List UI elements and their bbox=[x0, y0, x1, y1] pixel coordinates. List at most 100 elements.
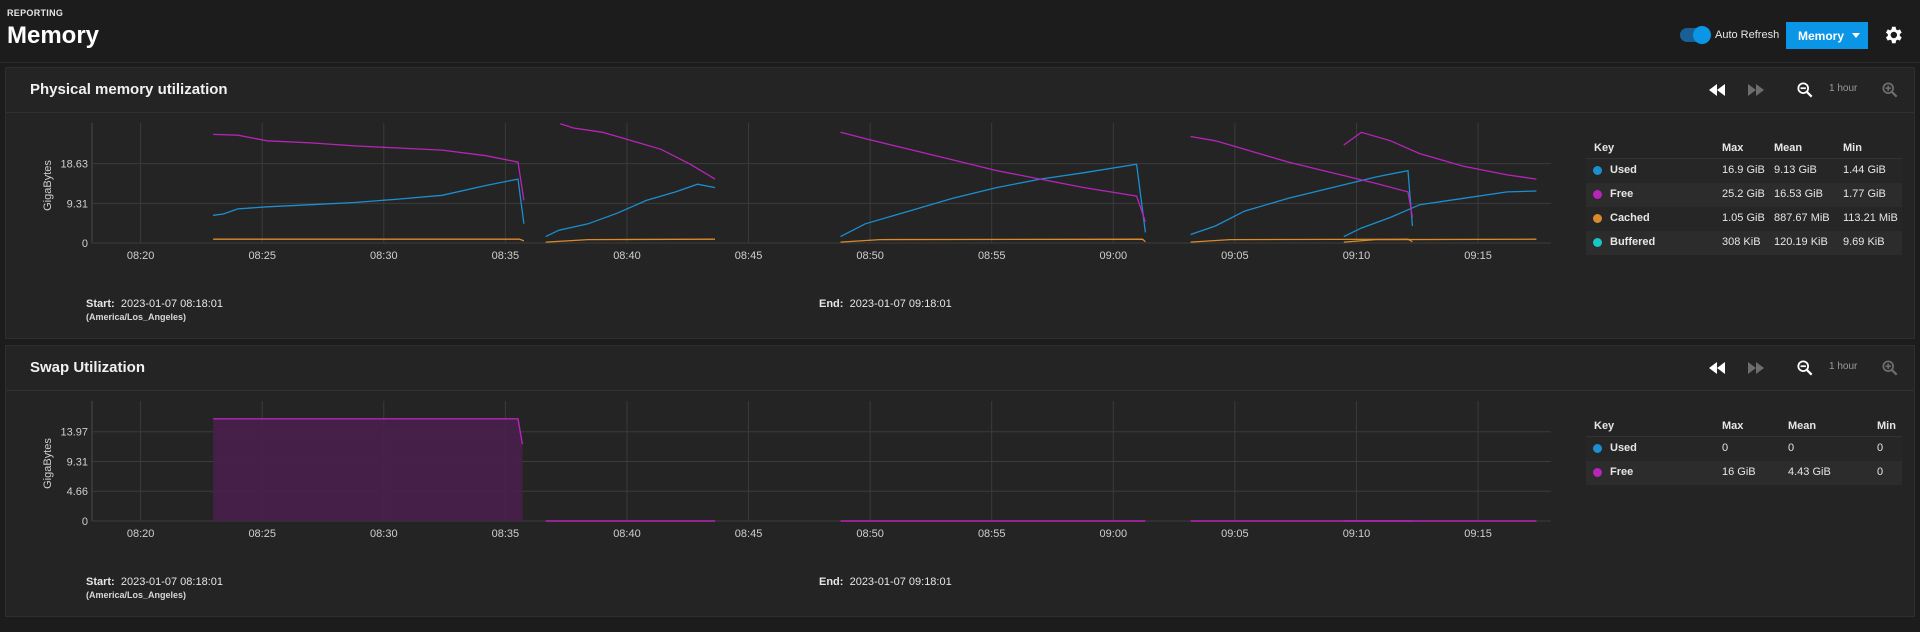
rewind-icon[interactable] bbox=[1708, 360, 1726, 376]
legend-max-value: 16 GiB bbox=[1722, 466, 1756, 478]
series-line-used bbox=[213, 178, 525, 224]
legend-mean-value: 9.13 GiB bbox=[1774, 164, 1817, 176]
gear-icon[interactable] bbox=[1882, 24, 1904, 46]
memory-chart[interactable]: 08:20 08:25 08:30 08:35 08:40 08:45 08:50 08:55… bbox=[6, 112, 1566, 282]
legend-mean-value: 887.67 MiB bbox=[1774, 212, 1830, 224]
legend-min-value: 0 bbox=[1877, 442, 1884, 454]
y-tick-label: 9.31 bbox=[67, 198, 88, 210]
legend-row-used[interactable]: Used 0 0 0 bbox=[1586, 437, 1902, 461]
y-tick-label: 18.63 bbox=[60, 159, 88, 171]
x-tick-label: 08:40 bbox=[613, 528, 641, 540]
end-time: End: 2023-01-07 09:18:01 bbox=[819, 298, 952, 310]
start-label: Start: bbox=[86, 576, 115, 588]
legend-body: Used 16.9 GiB 9.13 GiB 1.44 GiB Free 25.2 GiB… bbox=[1586, 159, 1902, 255]
legend-row-used[interactable]: Used 16.9 GiB 9.13 GiB 1.44 GiB bbox=[1586, 159, 1902, 183]
zoom-out-icon[interactable] bbox=[1796, 82, 1814, 98]
y-tick-label: 4.66 bbox=[67, 486, 88, 498]
zoom-in-icon[interactable] bbox=[1881, 82, 1899, 98]
legend-row-free[interactable]: Free 16 GiB 4.43 GiB 0 bbox=[1586, 461, 1902, 485]
legend-row-buffered[interactable]: Buffered 308 KiB 120.19 KiB 9.69 KiB bbox=[1586, 231, 1902, 255]
legend-min-value: 113.21 MiB bbox=[1843, 212, 1898, 224]
zoom-out-icon[interactable] bbox=[1796, 360, 1814, 376]
legend-mean-value: 4.43 GiB bbox=[1788, 466, 1831, 478]
legend-series-name: Cached bbox=[1610, 212, 1650, 224]
report-select-button[interactable]: Memory bbox=[1786, 22, 1868, 49]
start-time: Start: 2023-01-07 08:18:01 bbox=[86, 576, 223, 588]
legend-header-key: Key bbox=[1594, 142, 1615, 154]
series-line-cached bbox=[545, 238, 716, 243]
y-axis-label: GigaBytes bbox=[42, 160, 54, 211]
legend-mean-value: 16.53 GiB bbox=[1774, 188, 1823, 200]
legend-table: Key Max Mean Min Used 16.9 GiB 9.13 GiB 1.44 Gi… bbox=[1586, 138, 1902, 255]
legend-series-name: Used bbox=[1610, 442, 1637, 454]
start-time: Start: 2023-01-07 08:18:01 bbox=[86, 298, 223, 310]
legend-header-min: Min bbox=[1877, 420, 1896, 432]
legend-row-cached[interactable]: Cached 1.05 GiB 887.67 MiB 113.21 MiB bbox=[1586, 207, 1902, 231]
x-tick-label: 08:50 bbox=[856, 528, 884, 540]
end-value: 2023-01-07 09:18:01 bbox=[849, 298, 952, 310]
top-bar: REPORTING Memory Auto Refresh Memory bbox=[0, 0, 1920, 63]
x-tick-label: 08:50 bbox=[856, 250, 884, 262]
legend-max-value: 0 bbox=[1722, 442, 1729, 454]
x-tick-label: 09:10 bbox=[1343, 250, 1371, 262]
series-dot-icon bbox=[1593, 238, 1602, 247]
x-tick-label: 09:00 bbox=[1100, 250, 1128, 262]
x-tick-label: 08:40 bbox=[613, 250, 641, 262]
legend-series-name: Used bbox=[1610, 164, 1637, 176]
series-dot-icon bbox=[1593, 468, 1602, 477]
series-line-cached bbox=[840, 238, 1146, 243]
y-tick-label: 9.31 bbox=[67, 457, 88, 469]
auto-refresh-toggle[interactable] bbox=[1680, 26, 1711, 44]
swap-utilization-panel: Swap Utilization 1 hour 08:20 08:25 08:30 0… bbox=[5, 345, 1915, 617]
legend-row-free[interactable]: Free 25.2 GiB 16.53 GiB 1.77 GiB bbox=[1586, 183, 1902, 207]
series-dot-icon bbox=[1593, 166, 1602, 175]
fast-forward-icon[interactable] bbox=[1747, 82, 1765, 98]
x-tick-label: 08:35 bbox=[492, 250, 520, 262]
start-label: Start: bbox=[86, 298, 115, 310]
x-tick-label: 09:15 bbox=[1464, 528, 1492, 540]
series-dot-icon bbox=[1593, 444, 1602, 453]
legend-body: Used 0 0 0 Free 16 GiB 4.43 GiB 0 bbox=[1586, 437, 1902, 485]
toggle-knob bbox=[1693, 26, 1711, 44]
legend-header-min: Min bbox=[1843, 142, 1862, 154]
fast-forward-icon[interactable] bbox=[1747, 360, 1765, 376]
end-value: 2023-01-07 09:18:01 bbox=[849, 576, 952, 588]
x-tick-label: 08:45 bbox=[735, 250, 763, 262]
x-tick-label: 08:45 bbox=[735, 528, 763, 540]
panel-title: Swap Utilization bbox=[30, 359, 146, 376]
y-tick-label: 0 bbox=[82, 238, 88, 250]
breadcrumb: REPORTING bbox=[7, 8, 64, 18]
series-line-used bbox=[1343, 190, 1537, 238]
start-value: 2023-01-07 08:18:01 bbox=[120, 576, 224, 588]
zoom-in-icon[interactable] bbox=[1881, 360, 1899, 376]
x-tick-label: 08:35 bbox=[492, 528, 520, 540]
x-tick-label: 09:05 bbox=[1221, 250, 1249, 262]
legend-series-name: Buffered bbox=[1610, 236, 1656, 248]
legend-max-value: 308 KiB bbox=[1722, 236, 1761, 248]
y-tick-label: 0 bbox=[82, 516, 88, 528]
page-title: Memory bbox=[7, 22, 100, 49]
series-line-free bbox=[840, 131, 1147, 222]
start-value: 2023-01-07 08:18:01 bbox=[120, 298, 224, 310]
legend-header: Key Max Mean Min bbox=[1586, 416, 1902, 437]
x-tick-label: 08:55 bbox=[978, 528, 1006, 540]
x-tick-label: 09:05 bbox=[1221, 528, 1249, 540]
end-label: End: bbox=[819, 576, 844, 588]
swap-chart[interactable]: 08:20 08:25 08:30 08:35 08:40 08:45 08:50 08:55… bbox=[6, 390, 1566, 560]
rewind-icon[interactable] bbox=[1708, 82, 1726, 98]
legend-header-key: Key bbox=[1594, 420, 1615, 432]
legend-header: Key Max Mean Min bbox=[1586, 138, 1902, 159]
zoom-level-label: 1 hour bbox=[1829, 361, 1858, 372]
panel-title: Physical memory utilization bbox=[30, 81, 228, 98]
series-line-used bbox=[545, 183, 716, 238]
report-select-label: Memory bbox=[1798, 29, 1845, 43]
legend-min-value: 1.44 GiB bbox=[1843, 164, 1886, 176]
x-tick-label: 08:30 bbox=[370, 250, 398, 262]
legend-header-mean: Mean bbox=[1774, 142, 1803, 154]
legend-series-name: Free bbox=[1610, 466, 1634, 478]
x-tick-label: 09:00 bbox=[1100, 528, 1128, 540]
swap-free-area bbox=[213, 418, 523, 521]
series-line-cached bbox=[213, 238, 525, 242]
panel-header: Swap Utilization 1 hour bbox=[6, 346, 1914, 391]
x-tick-label: 09:15 bbox=[1464, 250, 1492, 262]
